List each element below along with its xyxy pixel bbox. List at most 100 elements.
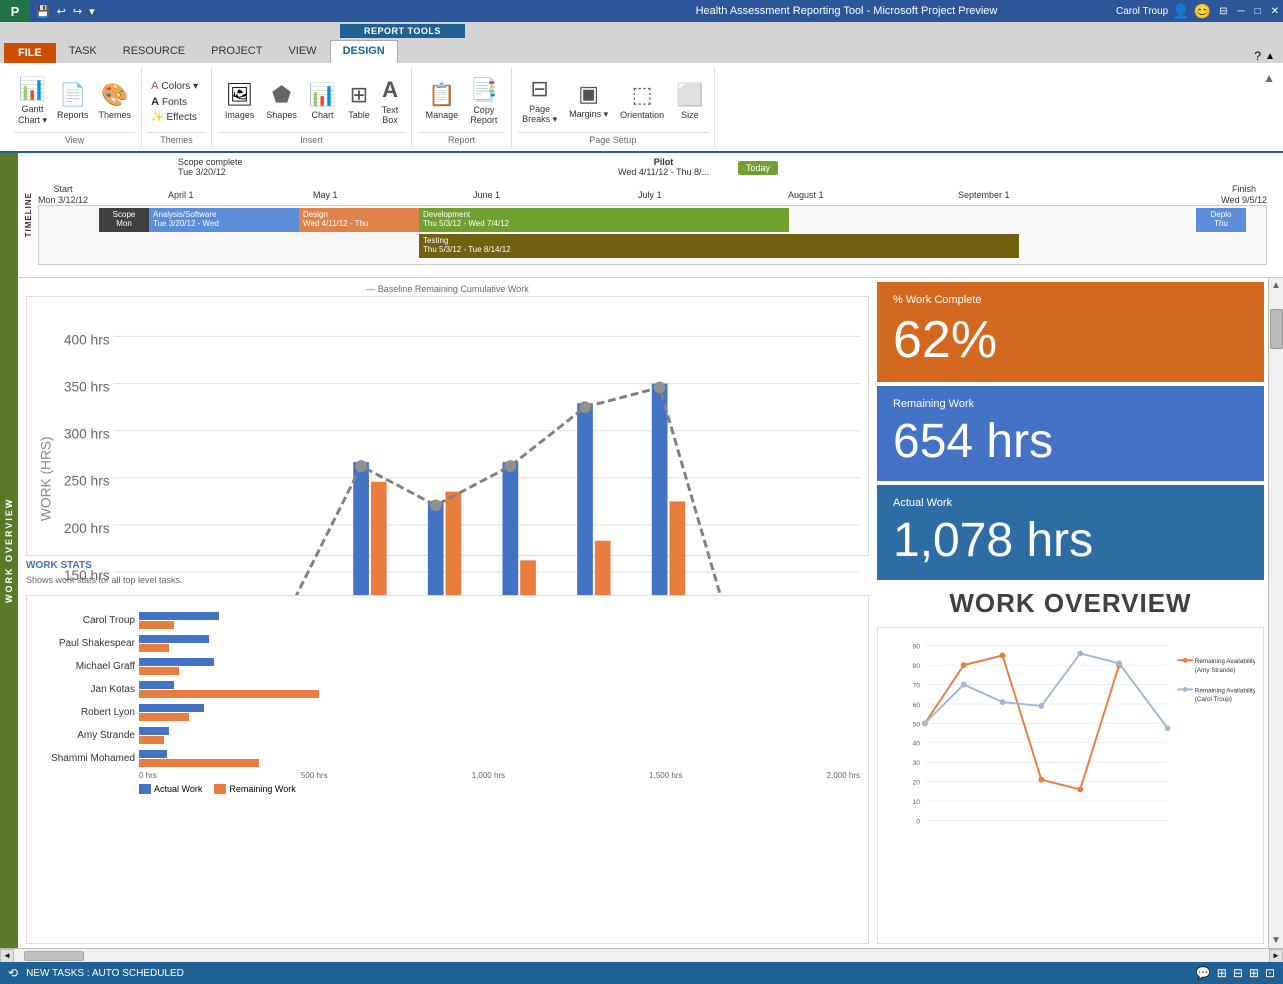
tab-view[interactable]: VIEW (275, 40, 329, 63)
stat-card-percent: % Work Complete 62% (877, 282, 1264, 382)
user-icon: 👤 (1172, 3, 1189, 20)
orientation-button[interactable]: ⬚ Orientation (616, 80, 668, 122)
images-button[interactable]: 🖼 Images (221, 80, 259, 122)
svg-text:80: 80 (912, 663, 920, 670)
table-button[interactable]: ⊞ Table (344, 80, 374, 122)
ribbon-group-view: 📊 GanttChart ▾ 📄 Reports 🎨 Themes View (8, 67, 142, 147)
minimize-button[interactable]: ─ (1233, 6, 1248, 17)
undo-button[interactable]: ↩ (55, 5, 68, 18)
svg-text:(Amy Strande): (Amy Strande) (1195, 667, 1236, 674)
textbox-button[interactable]: A TextBox (378, 75, 403, 127)
horizontal-scrollbar[interactable]: ◄ ► (0, 948, 1283, 962)
bar-paul-actual (139, 635, 209, 643)
person-row-robert: Robert Lyon (35, 704, 860, 721)
svg-text:60: 60 (912, 702, 920, 709)
scroll-track[interactable] (14, 951, 1269, 961)
ribbon-group-themes: A Colors ▾ A Fonts ✨ Effects Themes (142, 67, 212, 147)
analysis-bar: Analysis/SoftwareTue 3/20/12 - Wed (149, 208, 299, 232)
ribbon-container: REPORT TOOLS FILE TASK RESOURCE PROJECT … (0, 22, 1283, 63)
tab-task[interactable]: TASK (56, 40, 110, 63)
bar-jan-remaining (139, 690, 319, 698)
bar-shammi-actual (139, 750, 167, 758)
testing-bar: TestingThu 5/3/12 - Tue 8/14/12 (419, 234, 1019, 258)
month-august: August 1 (788, 190, 824, 200)
timeline-side-label-area: TIMELINE (18, 153, 38, 277)
month-september: September 1 (958, 190, 1010, 200)
ribbon-minimize-button[interactable]: ⊟ (1215, 6, 1231, 17)
stat-remaining-value: 654 hrs (893, 414, 1248, 469)
bar-carol-actual (139, 612, 219, 620)
svg-text:400 hrs: 400 hrs (64, 332, 110, 347)
tab-bar: FILE TASK RESOURCE PROJECT VIEW DESIGN ?… (0, 40, 1283, 63)
ribbon-group-report: 📋 Manage 📑 CopyReport Report (412, 67, 512, 147)
scrollbar-thumb[interactable] (1270, 309, 1283, 349)
save-button[interactable]: 💾 (34, 5, 52, 18)
work-bar-chart: 400 hrs 350 hrs 300 hrs 250 hrs 200 hrs … (26, 296, 869, 556)
themes-ribbon-button[interactable]: 🎨 Themes (95, 80, 136, 122)
effects-button[interactable]: ✨ Effects (148, 111, 200, 124)
copy-report-button[interactable]: 📑 CopyReport (466, 75, 501, 127)
person-name-robert: Robert Lyon (35, 707, 135, 718)
svg-text:30: 30 (912, 760, 920, 767)
status-icon-2: ⊞ (1217, 966, 1227, 980)
quick-access-toolbar: 💾 ↩ ↪ ▾ (30, 5, 577, 18)
help-button[interactable]: ? (1254, 49, 1261, 63)
today-button[interactable]: Today (738, 161, 778, 175)
title-bar: P 💾 ↩ ↪ ▾ Health Assessment Reporting To… (0, 0, 1283, 22)
bar-paul-remaining (139, 644, 169, 652)
person-row-jan: Jan Kotas (35, 681, 860, 698)
person-name-carol: Carol Troup (35, 615, 135, 626)
bar-michael-actual (139, 658, 214, 666)
svg-text:250 hrs: 250 hrs (64, 474, 110, 489)
timeline-label: TIMELINE (24, 192, 33, 237)
tab-project[interactable]: PROJECT (198, 40, 275, 63)
app-title: Health Assessment Reporting Tool - Micro… (577, 5, 1116, 17)
scroll-right-button[interactable]: ► (1269, 949, 1283, 963)
collapse-ribbon-button[interactable]: ▲ (1265, 51, 1275, 62)
size-button[interactable]: ⬜ Size (672, 80, 707, 122)
work-stats-subtitle: Shows work stats for all top level tasks… (26, 575, 869, 585)
month-july: July 1 (638, 190, 662, 200)
svg-text:300 hrs: 300 hrs (64, 427, 110, 442)
ribbon-panel: 📊 GanttChart ▾ 📄 Reports 🎨 Themes View A (0, 63, 1283, 153)
work-overview-title: WORK OVERVIEW (877, 588, 1264, 619)
colors-button[interactable]: A Colors ▾ (148, 79, 201, 93)
close-button[interactable]: ✕ (1267, 6, 1283, 17)
fonts-button[interactable]: A Fonts (148, 95, 190, 109)
people-chart: Carol Troup Paul Shakespear (26, 595, 869, 944)
maximize-button[interactable]: □ (1251, 6, 1265, 17)
person-row-michael: Michael Graff (35, 658, 860, 675)
tab-file[interactable]: FILE (4, 43, 56, 63)
shapes-button[interactable]: ⬟ Shapes (262, 80, 301, 122)
page-setup-group-label: Page Setup (518, 132, 708, 147)
svg-text:Remaining Availability: Remaining Availability (1195, 687, 1255, 694)
work-stats-title: WORK STATS (26, 560, 869, 571)
person-row-carol: Carol Troup (35, 612, 860, 629)
svg-text:70: 70 (912, 682, 920, 689)
stat-percent-label: % Work Complete (893, 294, 1248, 306)
status-bar: ⟲ NEW TASKS : AUTO SCHEDULED 💬 ⊞ ⊟ ⊞ ⊡ (0, 962, 1283, 984)
tab-resource[interactable]: RESOURCE (110, 40, 198, 63)
customize-button[interactable]: ▾ (87, 5, 97, 18)
scroll-thumb-h[interactable] (24, 951, 84, 961)
margins-button[interactable]: ▣ Margins ▾ (565, 79, 612, 122)
svg-text:WORK (HRS): WORK (HRS) (39, 436, 54, 521)
svg-text:200 hrs: 200 hrs (64, 521, 110, 536)
tab-design[interactable]: DESIGN (330, 40, 398, 63)
page-breaks-button[interactable]: ⊟ PageBreaks ▾ (518, 74, 561, 127)
design-bar: DesignWed 4/11/12 - Thu (299, 208, 419, 232)
timeline-months: Start Mon 3/12/12 April 1 May 1 June 1 J… (38, 187, 1267, 203)
work-overview-title-area: WORK OVERVIEW (877, 584, 1264, 623)
month-april: April 1 (168, 190, 194, 200)
left-column: — Baseline Remaining Cumulative Work 400… (18, 278, 873, 948)
timeline-bars-container: ScopeMon Analysis/SoftwareTue 3/20/12 - … (38, 205, 1267, 265)
reports-button[interactable]: 📄 Reports (53, 80, 93, 122)
chart-button[interactable]: 📊 Chart (305, 80, 340, 122)
expand-ribbon-button[interactable]: ▲ (1263, 71, 1275, 85)
gantt-chart-button[interactable]: 📊 GanttChart ▾ (14, 74, 51, 128)
status-icons: 💬 ⊞ ⊟ ⊞ ⊡ (1196, 966, 1275, 980)
manage-button[interactable]: 📋 Manage (422, 80, 463, 122)
scroll-left-button[interactable]: ◄ (0, 949, 14, 963)
redo-button[interactable]: ↪ (71, 5, 84, 18)
vertical-scrollbar[interactable]: ▲ ▼ (1268, 278, 1283, 948)
